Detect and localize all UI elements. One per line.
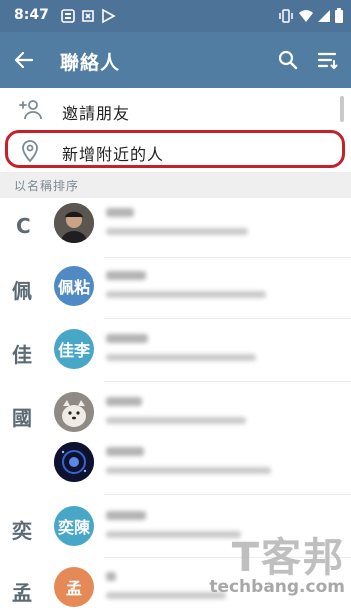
avatar-initials: 奕陳 (57, 518, 90, 537)
contact-status-blurred (106, 228, 248, 235)
contact-name-blurred (106, 511, 146, 520)
section-header: 以名稱排序 (0, 172, 351, 198)
play-store-icon (102, 8, 116, 24)
vibrate-icon (279, 9, 293, 23)
invite-friends-row[interactable]: 邀請朋友 (0, 88, 351, 132)
divider (104, 318, 351, 319)
search-button[interactable] (272, 44, 304, 76)
contact-status-blurred (106, 531, 241, 538)
section-label: 以名稱排序 (14, 179, 80, 193)
status-time: 8:47 (14, 7, 49, 23)
contact-row[interactable] (54, 442, 351, 488)
photo-avatar-icon (54, 203, 94, 243)
contact-status-blurred (106, 291, 266, 298)
contact-status-blurred (106, 467, 271, 474)
photo-avatar-icon (54, 442, 94, 482)
news-notification-icon (61, 9, 75, 23)
highlight-annotation (5, 130, 345, 168)
watermark-url: techbang.com (209, 577, 345, 597)
contact-row[interactable] (54, 203, 351, 249)
avatar: 孟 (54, 567, 94, 607)
avatar (54, 442, 94, 482)
sort-button[interactable] (312, 44, 344, 76)
contact-name-blurred (106, 447, 144, 456)
avatar: 佩粘 (54, 266, 94, 306)
contact-row[interactable]: 佳李 (54, 329, 351, 375)
status-bar: 8:47 (0, 0, 351, 32)
watermark-logo-text: T客邦 (231, 535, 345, 581)
avatar-initials: 孟 (65, 579, 82, 598)
photo-avatar-icon (54, 392, 94, 432)
back-arrow-icon (14, 51, 34, 69)
contact-row[interactable] (54, 392, 351, 438)
avatar: 奕陳 (54, 506, 94, 546)
index-letter: 佩 (12, 279, 32, 303)
index-letter: 孟 (12, 581, 32, 605)
contact-status-blurred (106, 417, 246, 424)
battery-icon (335, 8, 343, 23)
index-letter: 國 (12, 406, 32, 430)
app-bar: 聯絡人 (0, 32, 351, 88)
contact-status-blurred (106, 354, 256, 361)
avatar-initials: 佩粘 (57, 278, 90, 297)
contact-name-blurred (106, 208, 134, 217)
signal-icon (318, 10, 330, 22)
wifi-icon (299, 10, 313, 22)
avatar-initials: 佳李 (57, 341, 90, 360)
contact-row[interactable]: 佩粘 (54, 266, 351, 312)
index-letter: 佳 (12, 343, 32, 367)
divider (104, 494, 351, 495)
avatar (54, 203, 94, 243)
add-person-icon (19, 100, 42, 120)
index-letter: 奕 (12, 519, 32, 543)
contact-name-blurred (106, 334, 148, 343)
contact-name-blurred (106, 572, 116, 581)
back-button[interactable] (8, 44, 40, 76)
watermark: T客邦 techbang.com (209, 538, 345, 596)
divider (104, 381, 351, 382)
invite-friends-label: 邀請朋友 (62, 104, 131, 123)
index-letter: C (16, 214, 31, 238)
search-icon (278, 50, 298, 70)
scrollbar[interactable] (340, 96, 344, 122)
contact-name-blurred (106, 397, 142, 406)
avatar: 佳李 (54, 329, 94, 369)
sort-icon (317, 52, 338, 70)
contact-status-blurred (106, 592, 226, 599)
contact-name-blurred (106, 271, 146, 280)
page-title: 聯絡人 (60, 52, 121, 74)
app-notification-icon (82, 10, 94, 22)
avatar (54, 392, 94, 432)
divider (104, 257, 351, 258)
